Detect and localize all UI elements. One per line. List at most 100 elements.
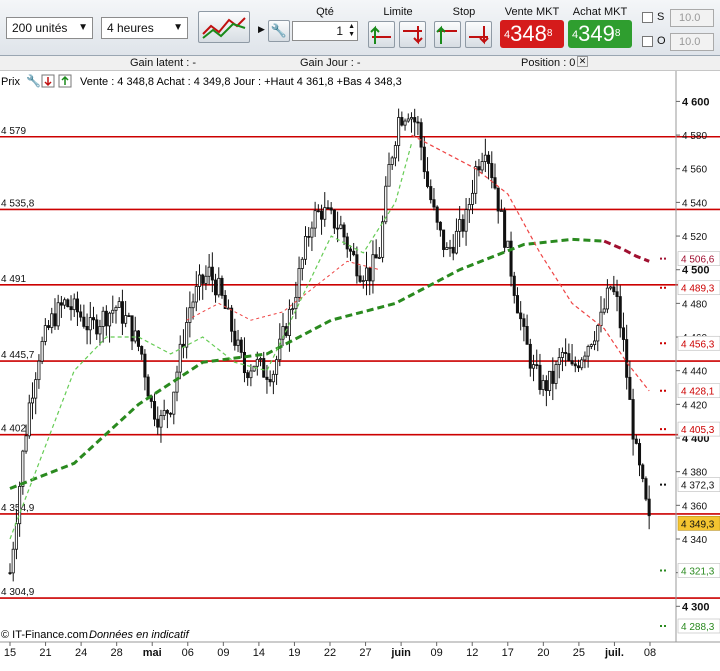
wrench-icon[interactable]: 🔧 (26, 73, 41, 88)
y-tick-label: 4 440 (682, 367, 707, 378)
candle-body (499, 210, 503, 212)
candle-body (560, 352, 564, 358)
close-icon[interactable]: ✕ (577, 56, 588, 67)
candle-body (368, 267, 372, 282)
candle-body (98, 326, 102, 335)
candle-body (352, 250, 356, 256)
buy-market-button[interactable]: 43498 (568, 20, 632, 48)
qty-stepper[interactable]: ▲ ▼ (348, 23, 355, 39)
qty-input[interactable]: 1 ▲ ▼ (292, 21, 358, 41)
candle-body (8, 572, 12, 575)
x-tick-label: 14 (253, 647, 265, 659)
gain-jour: Gain Jour : - (300, 57, 361, 69)
sell-market-button[interactable]: 43488 (500, 20, 564, 48)
candle-body (85, 326, 89, 331)
horizontal-line-label: 4 354,9 (1, 503, 35, 514)
candle-body (204, 275, 208, 284)
candle-body (599, 311, 603, 326)
candle-body (140, 346, 144, 355)
candle-body (294, 296, 298, 310)
candle-body (146, 376, 150, 397)
candle-body (371, 254, 375, 282)
horizontal-line-label: 4 535,8 (1, 198, 35, 209)
candle-body (24, 435, 28, 452)
candle-body (197, 274, 202, 287)
candle-body (56, 302, 60, 327)
horizontal-line-label: 4 579 (1, 126, 26, 137)
buy-market-label: Achat MKT (572, 6, 628, 18)
x-tick-label: 25 (573, 647, 585, 659)
candle-body (66, 299, 70, 308)
candle-body (82, 316, 86, 327)
candle-body (593, 340, 597, 346)
period-select[interactable]: 4 heures ▼ (101, 17, 188, 39)
x-tick-label: 20 (537, 647, 549, 659)
wrench-icon[interactable]: 🔧 (268, 20, 290, 42)
price-chart[interactable]: 4 579 4 535,8 4 491 4 445,7 4 402 4 354,9 4 30… (0, 71, 720, 671)
marker-label: 4 372,3 (681, 481, 715, 492)
candle-body (201, 274, 205, 284)
candle-body (483, 154, 487, 162)
candle-body (307, 235, 311, 238)
sell-limit-button[interactable] (399, 21, 426, 48)
candle-body (323, 207, 327, 220)
candle-body (104, 310, 108, 327)
limit-label: Limite (383, 6, 413, 18)
s-value-input[interactable]: 10.0 (670, 9, 714, 27)
candle-body (297, 268, 301, 298)
x-tick-label: 27 (359, 647, 371, 659)
units-select-value: 200 unités (12, 21, 68, 35)
y-tick-label: 4 360 (682, 501, 707, 512)
candle-body (413, 117, 417, 123)
candlestick-chart-icon[interactable] (198, 11, 250, 43)
candle-body (596, 325, 600, 342)
candle-body (178, 343, 182, 373)
candle-body (406, 118, 410, 122)
buy-limit-button[interactable] (368, 21, 395, 48)
sell-price-suffix: 8 (546, 28, 553, 39)
candle-body (422, 146, 426, 173)
x-tick-label: 24 (75, 647, 87, 659)
x-tick-label: 22 (324, 647, 336, 659)
position-count: Position : 0 (521, 57, 576, 69)
candle-body (612, 286, 616, 293)
x-tick-label: 12 (466, 647, 478, 659)
candle-body (589, 344, 593, 347)
candle-body (91, 317, 96, 321)
candle-body (470, 192, 475, 205)
s-checkbox[interactable] (642, 12, 653, 23)
units-select[interactable]: 200 unités ▼ (6, 17, 93, 39)
x-tick-label: 09 (217, 647, 229, 659)
candle-body (326, 207, 330, 210)
candle-body (14, 523, 18, 550)
position-infobar: Gain latent : - Gain Jour : - Position :… (0, 56, 720, 71)
quote-summary: Vente : 4 348,8 Achat : 4 349,8 Jour : +… (80, 76, 402, 88)
candle-body (544, 380, 548, 392)
candle-body (503, 210, 507, 248)
gain-latent: Gain latent : - (130, 57, 197, 69)
candle-body (554, 364, 558, 384)
candle-body (342, 224, 346, 238)
sell-stop-button[interactable] (465, 21, 492, 48)
candle-body (576, 365, 581, 369)
order-toolbar: 200 unités ▼ 4 heures ▼ ▶ 🔧 Qté 1 ▲ ▼ Lim… (0, 0, 720, 56)
buy-stop-button[interactable] (434, 21, 461, 48)
o-value-input[interactable]: 10.0 (670, 33, 714, 51)
x-tick-label: 19 (288, 647, 300, 659)
candle-body (358, 275, 362, 282)
o-checkbox[interactable] (642, 36, 653, 47)
candle-body (628, 376, 632, 400)
candle-body (416, 121, 420, 124)
candle-body (458, 219, 462, 232)
candle-body (75, 298, 79, 313)
candle-body (217, 277, 221, 296)
candle-body (409, 117, 414, 120)
watermark-brand: © IT-Finance.com (1, 629, 88, 641)
candle-body (262, 358, 266, 378)
chart-type-glyph (202, 17, 246, 39)
candle-body (21, 450, 25, 487)
marker-label: 4 489,3 (681, 284, 715, 295)
candle-body (438, 221, 442, 231)
candle-body (535, 364, 539, 366)
buy-price-suffix: 8 (614, 28, 621, 39)
